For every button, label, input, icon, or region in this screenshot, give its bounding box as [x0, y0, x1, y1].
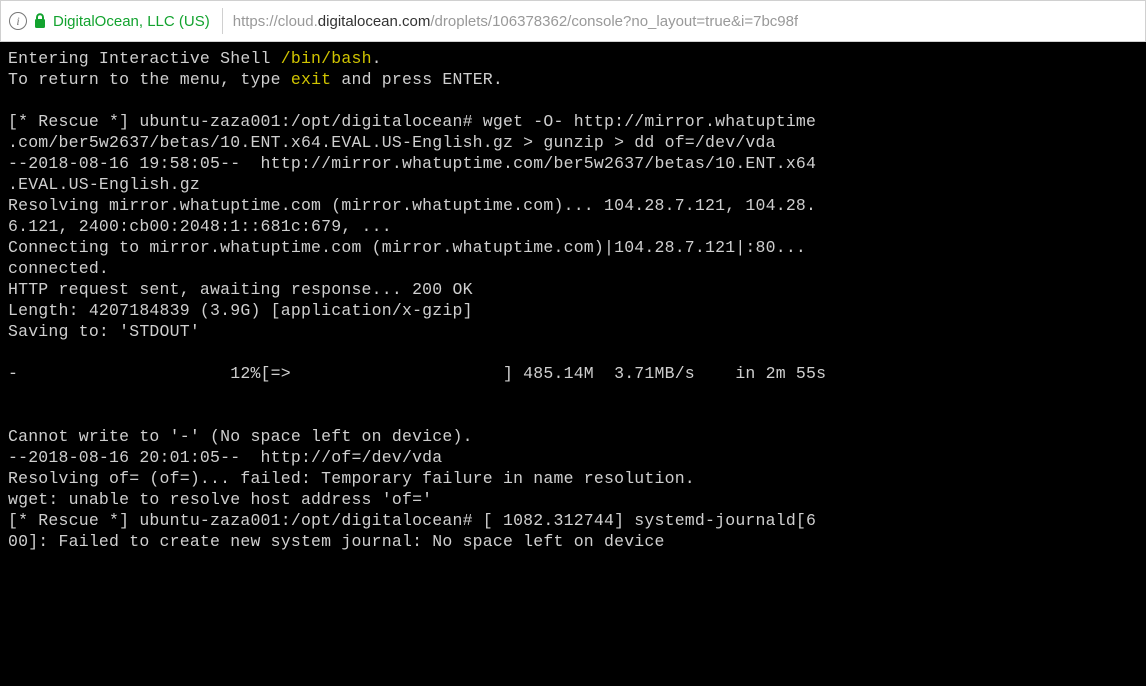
term-line: Resolving mirror.whatuptime.com (mirror.…: [8, 196, 816, 215]
term-line: Length: 4207184839 (3.9G) [application/x…: [8, 301, 473, 320]
term-line: Cannot write to '-' (No space left on de…: [8, 427, 473, 446]
terminal-console[interactable]: Entering Interactive Shell /bin/bash. To…: [0, 42, 1146, 686]
term-line: [* Rescue *] ubuntu-zaza001:/opt/digital…: [8, 511, 816, 530]
term-line: Resolving of= (of=)... failed: Temporary…: [8, 469, 695, 488]
term-line: --2018-08-16 20:01:05-- http://of=/dev/v…: [8, 448, 442, 467]
term-line: To return to the menu, type exit and pre…: [8, 70, 503, 89]
term-line: wget: unable to resolve host address 'of…: [8, 490, 432, 509]
url-domain: digitalocean.com: [318, 13, 431, 30]
term-line: --2018-08-16 19:58:05-- http://mirror.wh…: [8, 154, 816, 173]
info-icon[interactable]: i: [9, 12, 27, 30]
term-line: Connecting to mirror.whatuptime.com (mir…: [8, 238, 806, 257]
url-display[interactable]: https://cloud.digitalocean.com/droplets/…: [233, 13, 798, 30]
term-line: 00]: Failed to create new system journal…: [8, 532, 665, 551]
url-prefix: https://cloud.: [233, 13, 318, 30]
term-line: - 12%[=> ] 485.14M 3.71MB/s in 2m 55s: [8, 364, 826, 383]
browser-address-bar[interactable]: i DigitalOcean, LLC (US) https://cloud.d…: [0, 0, 1146, 42]
term-line: [* Rescue *] ubuntu-zaza001:/opt/digital…: [8, 112, 816, 131]
lock-icon: [33, 13, 47, 29]
term-line: .com/ber5w2637/betas/10.ENT.x64.EVAL.US-…: [8, 133, 776, 152]
term-line: 6.121, 2400:cb00:2048:1::681c:679, ...: [8, 217, 392, 236]
term-line: HTTP request sent, awaiting response... …: [8, 280, 473, 299]
term-line: connected.: [8, 259, 109, 278]
separator: [222, 8, 223, 34]
term-line: .EVAL.US-English.gz: [8, 175, 200, 194]
term-line: Saving to: 'STDOUT': [8, 322, 200, 341]
term-line: Entering Interactive Shell /bin/bash.: [8, 49, 382, 68]
site-identity: DigitalOcean, LLC (US): [53, 13, 222, 30]
url-path: /droplets/106378362/console?no_layout=tr…: [430, 13, 798, 30]
